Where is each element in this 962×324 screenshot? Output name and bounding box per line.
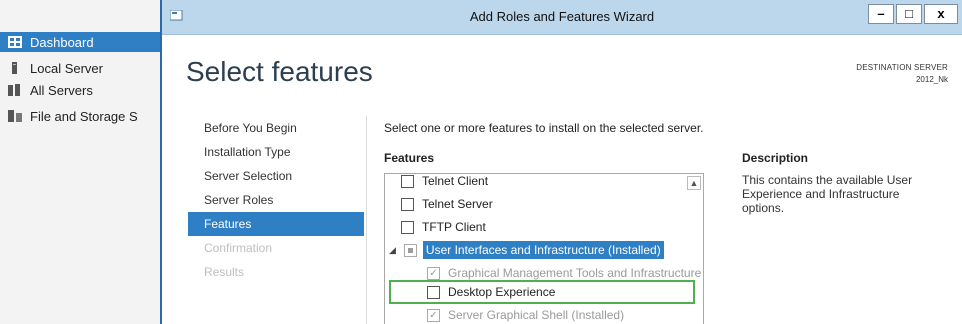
step-server-selection[interactable]: Server Selection [188,164,364,188]
checkbox-checked[interactable]: ✓ [427,266,440,280]
nav-item-label: All Servers [30,82,93,98]
features-tree[interactable]: ▲ Telnet Client Telnet Server TFTP Clien… [384,173,704,324]
servers-icon [8,84,20,96]
dashboard-icon [8,36,22,48]
feature-label: Telnet Server [422,197,493,211]
feature-label: Telnet Client [422,174,489,188]
nav-item-local-server[interactable]: Local Server [8,58,158,78]
page-title: Select features [186,56,373,87]
description-header: Description [742,151,809,165]
feature-label: Server Graphical Shell (Installed) [448,308,625,322]
feature-telnet-server[interactable]: Telnet Server [401,193,493,215]
destination-server-label: DESTINATION SERVER [856,63,948,72]
scroll-up-icon[interactable]: ▲ [687,176,701,190]
checkbox[interactable] [401,197,414,211]
feature-label: Desktop Experience [448,285,556,299]
checkbox-checked[interactable]: ✓ [427,308,440,322]
nav-item-all-servers[interactable]: All Servers [8,80,158,100]
close-button[interactable]: x [924,4,958,24]
step-features[interactable]: Features [188,212,364,236]
nav-item-label: File and Storage S [30,108,138,124]
nav-item-file-storage[interactable]: File and Storage S [8,106,158,126]
feature-user-interfaces[interactable]: ◢ User Interfaces and Infrastructure (In… [389,239,664,261]
maximize-button[interactable]: □ [896,4,922,24]
feature-label: TFTP Client [422,220,486,234]
collapse-arrow-icon[interactable]: ◢ [389,245,396,256]
window-title: Add Roles and Features Wizard [469,9,655,24]
feature-desktop-experience[interactable]: Desktop Experience [427,281,555,303]
wizard-steps: Before You Begin Installation Type Serve… [188,116,364,284]
nav-item-dashboard[interactable]: Dashboard [0,32,160,52]
features-header: Features [384,151,435,165]
instructions-text: Select one or more features to install o… [384,121,704,135]
wizard-window: Add Roles and Features Wizard – □ x Sele… [160,0,962,324]
feature-tftp-client[interactable]: TFTP Client [401,216,486,238]
checkbox[interactable] [401,220,414,234]
partial-checkbox[interactable] [403,243,417,257]
step-before-you-begin[interactable]: Before You Begin [188,116,364,140]
nav-item-label: Dashboard [30,34,94,50]
title-bar[interactable]: Add Roles and Features Wizard – □ x [162,0,962,35]
feature-label: User Interfaces and Infrastructure (Inst… [422,241,664,259]
destination-server-name: 2012_Nk [915,75,948,84]
step-confirmation: Confirmation [204,241,273,255]
storage-icon [8,110,22,122]
checkbox[interactable] [401,174,414,188]
server-manager-nav: Dashboard Local Server All Servers File … [0,0,160,324]
nav-item-label: Local Server [30,60,103,76]
feature-label: Graphical Management Tools and Infrastru… [448,266,702,280]
step-server-roles[interactable]: Server Roles [188,188,364,212]
server-icon [12,62,17,74]
minimize-button[interactable]: – [868,4,894,24]
steps-divider [366,116,367,324]
feature-server-graphical-shell[interactable]: ✓ Server Graphical Shell (Installed) [427,304,624,324]
checkbox[interactable] [427,285,440,299]
description-text: This contains the available User Experie… [742,173,913,215]
step-results: Results [204,265,245,279]
feature-telnet-client[interactable]: Telnet Client [401,174,489,192]
step-installation-type[interactable]: Installation Type [188,140,364,164]
